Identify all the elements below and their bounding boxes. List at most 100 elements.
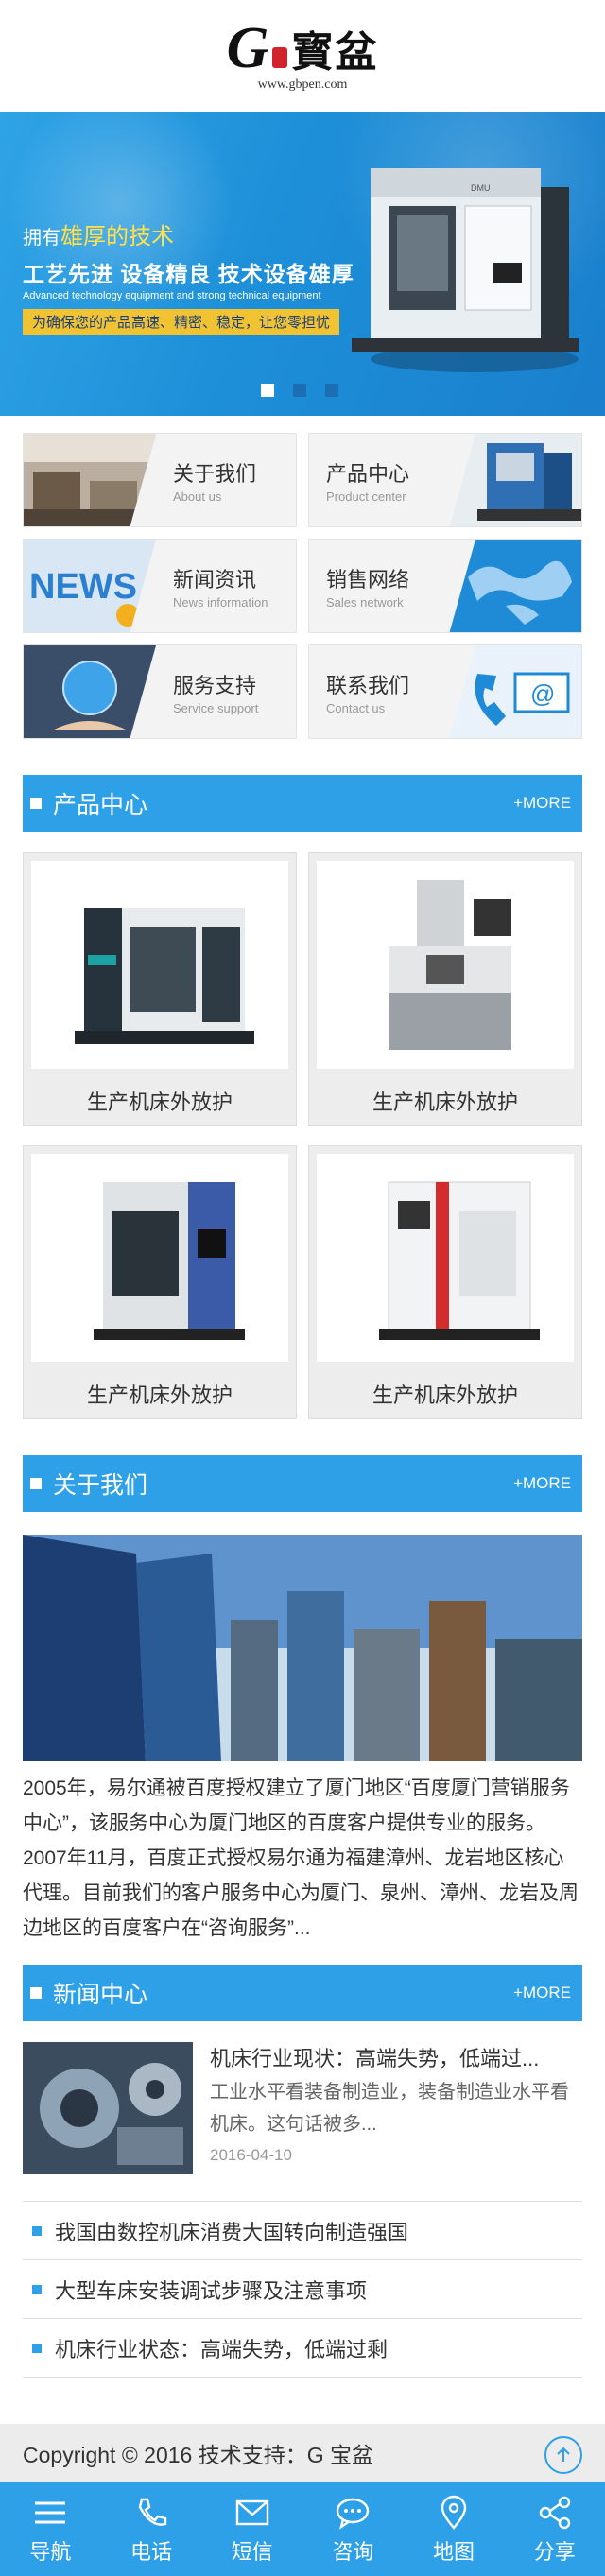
featured-news[interactable]: 机床行业现状：高端失势，低端过... 工业水平看装备制造业，装备制造业水平看机床… (23, 2042, 582, 2184)
list-bullet (32, 2343, 42, 2353)
list-bullet (32, 2225, 42, 2236)
quicknav-contact[interactable]: @ 联系我们 Contact us (308, 644, 582, 739)
logo-mark: G 寳盆 (227, 19, 379, 77)
quicknav-products[interactable]: 产品中心 Product center (308, 433, 582, 527)
quicknav-about-text: 关于我们 About us (173, 457, 256, 504)
quicknav-news[interactable]: NEWS 新闻资讯 News information (23, 539, 297, 633)
product-name: 生产机床外放护 (372, 1091, 518, 1114)
machine-tool-image: DMU (352, 168, 579, 372)
list-bullet (32, 2284, 42, 2294)
site-footer: Copyright © 2016 技术支持：G 宝盆 (0, 2424, 605, 2482)
quicknav-subtitle: Product center (326, 489, 406, 504)
quicknav-contact-text: 联系我们 Contact us (326, 669, 409, 715)
quicknav-news-text: 新闻资讯 News information (173, 563, 268, 610)
product-card[interactable]: 生产机床外放护 (308, 852, 582, 1126)
section-marker (30, 1987, 42, 1999)
news-item-title: 机床行业状态：高端失势，低端过剩 (55, 2337, 389, 2361)
products-section-header: 产品中心 +MORE (23, 775, 582, 832)
product-image (31, 861, 288, 1069)
svg-text:NEWS: NEWS (29, 567, 137, 607)
slider-dot[interactable] (325, 384, 338, 397)
machine-photo-icon (449, 434, 581, 527)
bottom-nav-menu[interactable]: 导航 (0, 2482, 101, 2576)
about-section-header: 关于我们 +MORE (23, 1455, 582, 1512)
product-card[interactable]: 生产机床外放护 (308, 1145, 582, 1419)
quicknav-title: 联系我们 (326, 673, 410, 697)
share-icon (539, 2496, 570, 2529)
news-list: 我国由数控机床消费大国转向制造强国 大型车床安装调试步骤及注意事项 机床行业状态… (23, 2201, 582, 2378)
site-logo[interactable]: G 寳盆 www.gbpen.com (227, 19, 379, 93)
featured-news-date: 2016-04-10 (210, 2146, 292, 2164)
quicknav-title: 服务支持 (173, 673, 257, 697)
news-list-item[interactable]: 机床行业状态：高端失势，低端过剩 (23, 2319, 582, 2378)
banner-line1-highlight: 雄厚的技术 (60, 224, 174, 249)
copyright-text: Copyright © 2016 技术支持：G 宝盆 (23, 2443, 373, 2467)
svg-text:@: @ (530, 679, 555, 708)
menu-icon (35, 2501, 66, 2523)
arrow-up-icon (557, 2447, 570, 2462)
product-machine-image (94, 1182, 245, 1340)
quicknav-title: 销售网络 (326, 567, 410, 592)
hero-banner[interactable]: 拥有雄厚的技术 工艺先进 设备精良 技术设备雄厚 Advanced techno… (0, 112, 605, 416)
bottom-nav-consult[interactable]: 咨询 (302, 2482, 404, 2576)
message-icon (235, 2499, 268, 2525)
quicknav-subtitle: About us (173, 489, 222, 504)
bottom-nav-map[interactable]: 地图 (404, 2482, 505, 2576)
quicknav-about[interactable]: 关于我们 About us (23, 433, 297, 527)
quicknav-title: 关于我们 (173, 461, 257, 486)
bottom-nav-share[interactable]: 分享 (504, 2482, 605, 2576)
news-more-link[interactable]: +MORE (513, 1984, 571, 2002)
logo-url: www.gbpen.com (257, 77, 348, 92)
news-item-title: 我国由数控机床消费大国转向制造强国 (55, 2220, 409, 2244)
quicknav-service-text: 服务支持 Service support (173, 669, 258, 715)
product-grid: 生产机床外放护 生产机床外放护 生产机床外放护 生产机床外放护 (0, 832, 605, 1419)
product-machine-image (379, 1181, 540, 1340)
banner-tagline: 为确保您的产品高速、精密、稳定，让您零担忧 (23, 309, 340, 335)
bottom-nav-phone[interactable]: 电话 (101, 2482, 202, 2576)
section-title: 产品中心 (53, 792, 148, 818)
product-machine-image (389, 880, 511, 1050)
bottom-nav-sms[interactable]: 短信 (201, 2482, 302, 2576)
back-to-top-button[interactable] (544, 2436, 582, 2474)
slider-dot[interactable] (293, 384, 306, 397)
about-more-link[interactable]: +MORE (513, 1474, 571, 1493)
quicknav-sales-text: 销售网络 Sales network (326, 563, 409, 610)
location-icon (441, 2495, 467, 2530)
slider-dot[interactable] (261, 384, 274, 397)
quicknav-products-text: 产品中心 Product center (326, 457, 409, 504)
quicknav-subtitle: Service support (173, 700, 259, 715)
product-card[interactable]: 生产机床外放护 (23, 852, 297, 1126)
product-image (317, 861, 574, 1069)
news-list-item[interactable]: 我国由数控机床消费大国转向制造强国 (23, 2202, 582, 2260)
quicknav-service[interactable]: 服务支持 Service support (23, 644, 297, 739)
product-image (317, 1154, 574, 1362)
news-section-header: 新闻中心 +MORE (23, 1965, 582, 2021)
featured-news-title[interactable]: 机床行业现状：高端失势，低端过... (210, 2042, 582, 2072)
quicknav-subtitle: News information (173, 594, 268, 610)
section-title: 关于我们 (53, 1472, 148, 1499)
about-description: 2005年，易尔通被百度授权建立了厦门地区“百度厦门营销服务中心”，该服务中心为… (23, 1777, 579, 1939)
slider-dots (261, 384, 338, 397)
banner-text: 拥有雄厚的技术 工艺先进 设备精良 技术设备雄厚 Advanced techno… (23, 217, 354, 335)
product-card[interactable]: 生产机床外放护 (23, 1145, 297, 1419)
news-item-title: 大型车床安装调试步骤及注意事项 (55, 2278, 368, 2303)
product-name: 生产机床外放护 (86, 1091, 233, 1114)
banner-line3: Advanced technology equipment and strong… (23, 290, 321, 301)
bottom-nav-label: 导航 (29, 2539, 72, 2564)
product-image (31, 1154, 288, 1362)
quicknav-sales[interactable]: 销售网络 Sales network (308, 539, 582, 633)
banner-line1-prefix: 拥有 (23, 228, 60, 249)
product-name: 生产机床外放护 (372, 1383, 518, 1407)
bottom-nav-label: 分享 (533, 2539, 576, 2564)
news-list-item[interactable]: 大型车床安装调试步骤及注意事项 (23, 2260, 582, 2319)
featured-news-body: 机床行业现状：高端失势，低端过... 工业水平看装备制造业，装备制造业水平看机床… (210, 2042, 582, 2184)
chat-icon (337, 2498, 370, 2530)
news-3d-icon: NEWS (24, 540, 156, 633)
quick-nav-grid: 关于我们 About us 产品中心 Product center NEWS 新… (0, 416, 605, 739)
svg-text:DMU: DMU (471, 183, 491, 193)
quicknav-subtitle: Contact us (326, 700, 386, 715)
products-more-link[interactable]: +MORE (513, 794, 571, 813)
banner-line2: 工艺先进 设备精良 技术设备雄厚 (23, 262, 354, 286)
product-machine-image (75, 908, 254, 1044)
featured-news-image (23, 2042, 193, 2174)
